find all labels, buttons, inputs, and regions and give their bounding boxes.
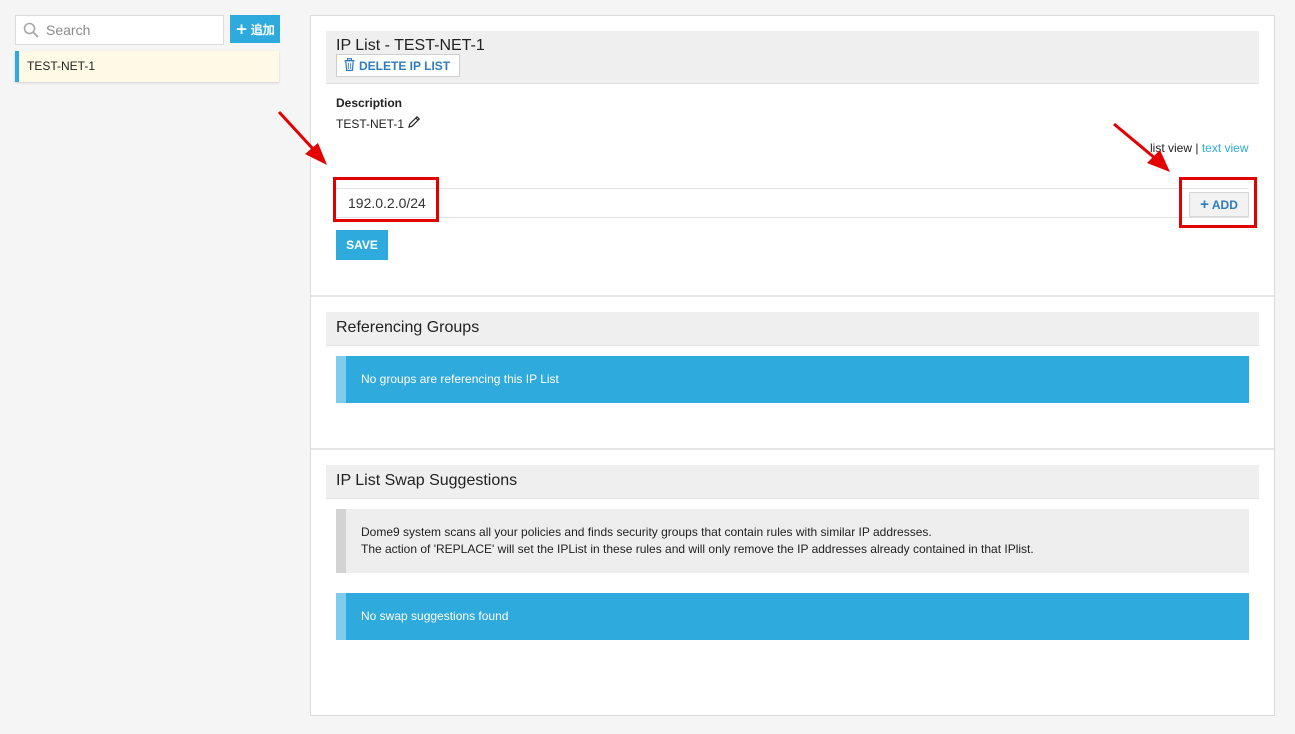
annotation-arrows xyxy=(277,110,1170,172)
arrow-to-add-button-icon xyxy=(1113,122,1170,172)
arrow-to-ip-entry-icon xyxy=(277,110,327,165)
